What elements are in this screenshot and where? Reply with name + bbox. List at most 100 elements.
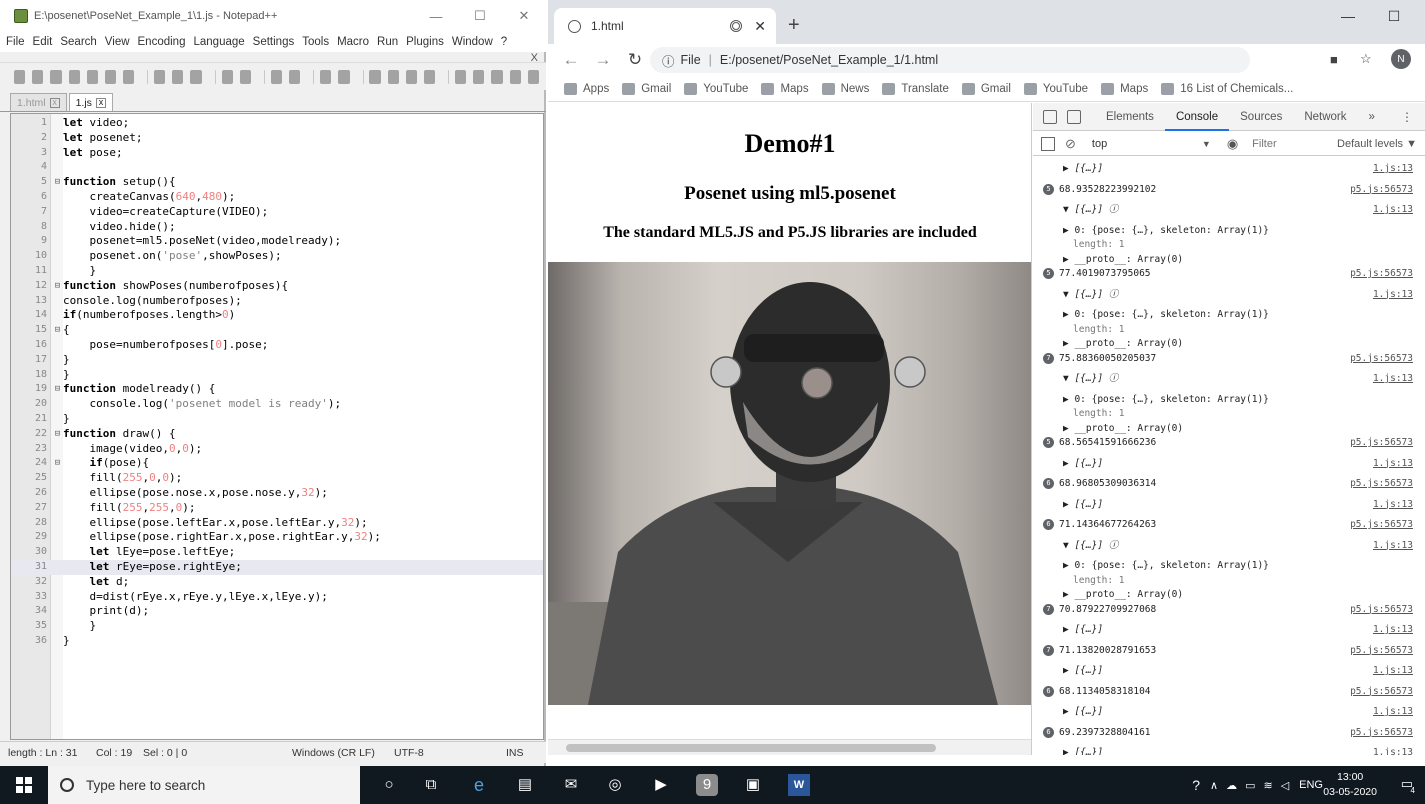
code-line[interactable]: 16 pose=numberofposes[0].pose; [11,338,543,353]
taskbar-search-box[interactable]: Type here to search [48,766,360,804]
bookmark-item[interactable]: Translate [882,82,949,95]
code-line[interactable]: 5 ⊟ function setup(){ [11,175,543,190]
bookmark-item[interactable]: Gmail [622,82,671,95]
code-line[interactable]: 12 ⊟ function showPoses(numberofposes){ [11,279,543,294]
code-line[interactable]: 21} [11,412,543,427]
more-tabs-button[interactable]: » [1358,103,1386,131]
code-line[interactable]: 28 ellipse(pose.leftEar.x,pose.leftEar.y… [11,516,543,531]
console-source-link[interactable]: 1.js:13 [1373,745,1413,755]
bookmark-item[interactable]: Gmail [961,82,1011,95]
code-line[interactable]: 13 console.log(numberofposes); [11,294,543,309]
code-line[interactable]: 3 let pose; [11,146,543,161]
show-all-chars-icon[interactable] [423,69,436,84]
file-explorer-icon[interactable]: ▤ [514,774,536,796]
code-line[interactable]: 17} [11,353,543,368]
back-arrow-icon[interactable]: ← [562,50,580,70]
code-line[interactable]: 27 fill(255,255,0); [11,501,543,516]
code-line[interactable]: 19 ⊟ function modelready() { [11,382,543,397]
tab-close-icon[interactable]: x [49,97,60,108]
fold-marker-icon[interactable]: ⊟ [53,175,62,190]
open-file-icon[interactable] [32,69,44,84]
sync-v-icon[interactable] [369,69,381,84]
doc-map-icon[interactable] [473,69,485,84]
console-source-link[interactable]: 1.js:13 [1373,161,1413,177]
console-entry[interactable]: ▶ [{…}] 1.js:13 [1033,622,1425,638]
menu-item-window[interactable]: Window [452,36,493,48]
chrome-taskbar-icon[interactable]: ◎ [604,774,626,796]
new-file-icon[interactable] [14,69,26,84]
console-filter-input[interactable] [1252,137,1311,150]
console-source-link[interactable]: 1.js:13 [1373,497,1413,513]
replace-icon[interactable] [289,69,301,84]
tab-console[interactable]: Console [1164,103,1230,131]
menu-item-edit[interactable]: Edit [33,36,53,48]
console-entry[interactable]: 6 69.2397328804161 p5.js:56573 [1033,725,1425,741]
tab-1-html[interactable]: 1.html x [10,93,67,111]
bookmark-item[interactable]: 16 List of Chemicals... [1161,82,1293,95]
fold-marker-icon[interactable]: ⊟ [53,279,62,294]
console-entry[interactable]: 7 75.88360050205037 p5.js:56573 [1033,351,1425,367]
cloud-icon[interactable]: ☁ [1226,779,1237,792]
menu-item-plugins[interactable]: Plugins [406,36,444,48]
code-line[interactable]: 34 print(d); [11,604,543,619]
device-toolbar-icon[interactable] [1067,109,1081,124]
code-line[interactable]: 32 let d; [11,575,543,590]
cortana-icon[interactable]: ○ [378,774,400,796]
code-line[interactable]: 30 let lEye=pose.leftEye; [11,545,543,560]
console-entry[interactable]: ▶ [{…}] 1.js:13 [1033,456,1425,472]
code-line[interactable]: 33 d=dist(rEye.x,rEye.y,lEye.x,lEye.y); [11,590,543,605]
console-entry[interactable]: ▶ [{…}] 1.js:13 [1033,497,1425,513]
address-bar[interactable]: ⓘ File | E:/posenet/PoseNet_Example_1/1.… [650,47,1250,73]
indent-guide-icon[interactable] [455,69,467,84]
console-source-link[interactable]: p5.js:56573 [1350,725,1413,741]
redo-icon[interactable] [239,69,251,84]
help-icon[interactable]: ? [1192,777,1200,793]
console-source-link[interactable]: 1.js:13 [1373,456,1413,472]
code-line[interactable]: 8 video.hide(); [11,220,543,235]
console-source-link[interactable]: 1.js:13 [1373,202,1413,218]
new-tab-button[interactable]: + [788,14,800,37]
tab-sources[interactable]: Sources [1229,103,1293,131]
console-source-link[interactable]: p5.js:56573 [1350,182,1413,198]
word-icon[interactable]: W [788,774,810,796]
menu-item-settings[interactable]: Settings [253,36,295,48]
console-source-link[interactable]: 1.js:13 [1373,622,1413,638]
zoom-out-icon[interactable] [338,69,350,84]
console-entry[interactable]: ▼ [{…}] ⓘ 1.js:13 [1033,287,1425,303]
console-source-link[interactable]: p5.js:56573 [1350,517,1413,533]
menu-item-macro[interactable]: Macro [337,36,369,48]
horizontal-scrollbar[interactable] [548,739,1031,755]
function-list-icon[interactable] [491,69,503,84]
code-line[interactable]: 22 ⊟ function draw() { [11,427,543,442]
browser-tab[interactable]: 1.html ✕ [554,8,776,44]
taskbar-clock[interactable]: 13:00 03-05-2020 [1323,770,1377,800]
menu-item-language[interactable]: Language [193,36,244,48]
console-entry[interactable]: ▶ [{…}] 1.js:13 [1033,663,1425,679]
copy-icon[interactable] [172,69,184,84]
media-player-icon[interactable]: ▶ [650,774,672,796]
code-line[interactable]: 1 let video; [11,116,543,131]
console-source-link[interactable]: 1.js:13 [1373,287,1413,303]
bookmark-star-icon[interactable]: ☆ [1360,51,1372,67]
paste-icon[interactable] [190,69,202,84]
eye-icon[interactable]: ◉ [1227,136,1238,152]
code-line[interactable]: 9 posenet=ml5.poseNet(video,modelready); [11,234,543,249]
menu-item-tools[interactable]: Tools [302,36,329,48]
undo-icon[interactable] [221,69,233,84]
bookmark-item[interactable]: Maps [761,82,809,95]
code-line[interactable]: 31 let rEye=pose.rightEye; [11,560,543,575]
code-editor[interactable]: 1 let video; 2 let posenet; 3 let pose; 4 5 ⊟ fun… [10,113,544,740]
sidebar-toggle-icon[interactable] [1041,136,1055,151]
console-source-link[interactable]: p5.js:56573 [1350,684,1413,700]
mail-icon[interactable]: ✉ [560,774,582,796]
fold-marker-icon[interactable]: ⊟ [53,323,62,338]
menu-item-encoding[interactable]: Encoding [138,36,186,48]
close-button[interactable]: ✕ [502,8,546,24]
forward-arrow-icon[interactable]: → [594,50,612,70]
minimize-button[interactable]: — [1325,8,1371,25]
code-line[interactable]: 29 ellipse(pose.rightEar.x,pose.rightEar… [11,530,543,545]
tab-close-icon[interactable]: ✕ [754,18,766,35]
console-entry[interactable]: 5 68.56541591666236 p5.js:56573 [1033,435,1425,451]
bookmark-item[interactable]: Maps [1101,82,1148,95]
wifi-icon[interactable]: ≋ [1263,779,1272,792]
